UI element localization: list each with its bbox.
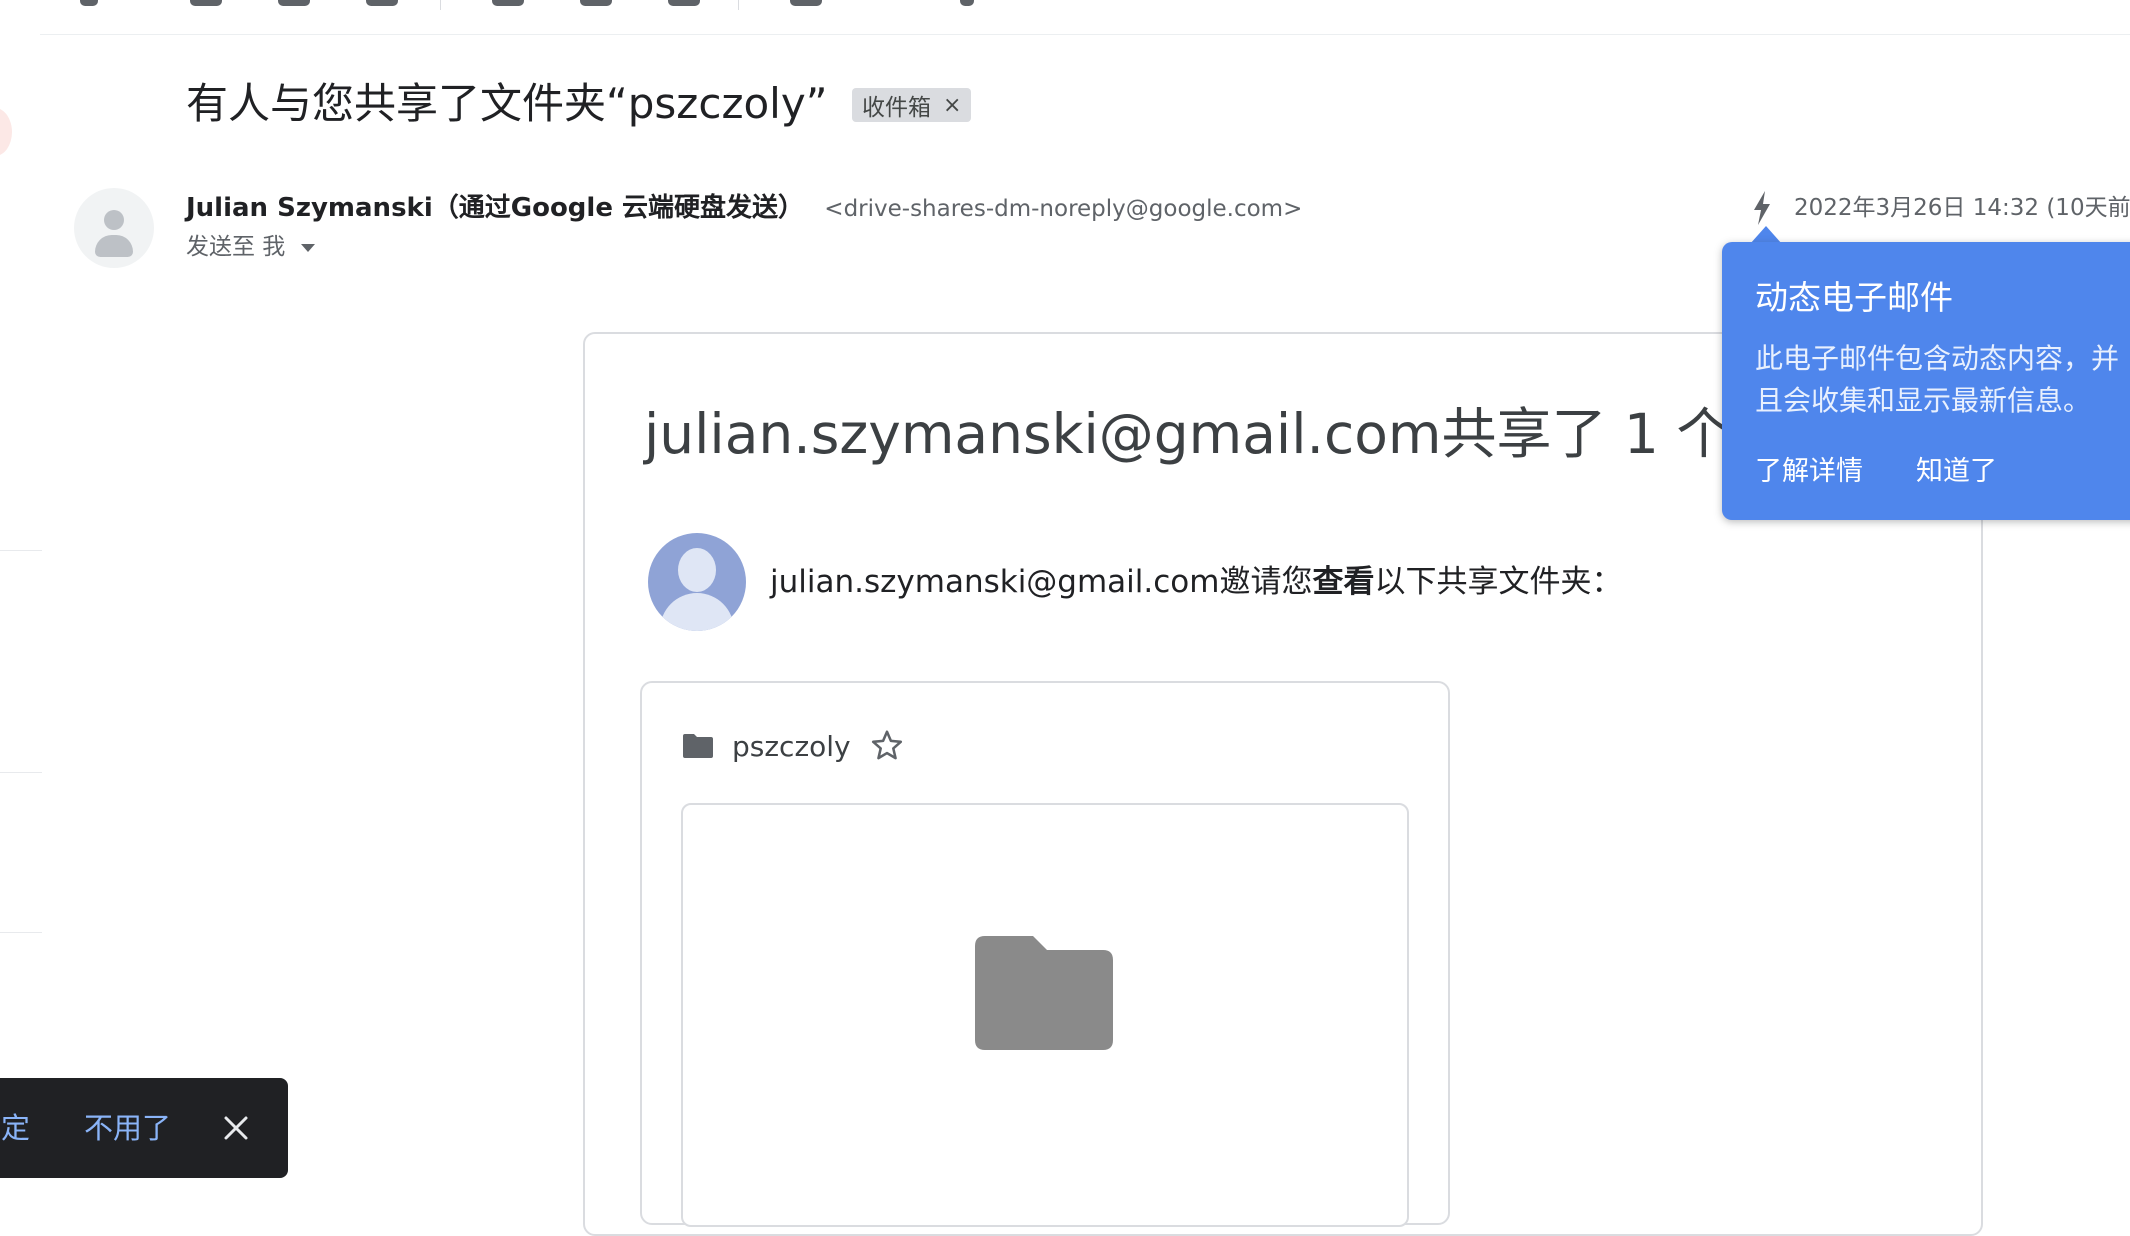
toolbar-divider xyxy=(440,0,441,10)
email-subject: 有人与您共享了文件夹“pszczoly” xyxy=(186,79,828,128)
invite-message: julian.szymanski@gmail.com邀请您查看以下共享文件夹： xyxy=(770,562,1622,602)
recipient-text: 发送至 我 xyxy=(186,234,286,260)
close-icon[interactable] xyxy=(222,1114,250,1142)
sender-avatar xyxy=(74,188,154,268)
inbox-label-chip[interactable]: 收件箱 × xyxy=(852,88,972,122)
invite-view-word: 查看 xyxy=(1312,564,1375,600)
sender-email: <drive-shares-dm-noreply@google.com> xyxy=(824,196,1303,222)
delete-icon[interactable] xyxy=(366,0,398,6)
remove-label-icon[interactable]: × xyxy=(943,93,961,118)
learn-more-button[interactable]: 了解详情 xyxy=(1755,452,1863,492)
person-icon xyxy=(678,548,716,592)
email-toolbar xyxy=(40,0,2130,35)
folder-header-row: pszczoly xyxy=(682,728,905,764)
tooltip-body: 此电子邮件包含动态内容，并 且会收集和显示最新信息。 xyxy=(1755,338,2130,422)
invite-suffix: 以下共享文件夹： xyxy=(1374,564,1623,600)
snooze-icon[interactable] xyxy=(580,0,612,6)
recipient-details[interactable]: 发送至 我 xyxy=(186,231,316,263)
avatar-placeholder-icon xyxy=(104,210,124,230)
toolbar-divider xyxy=(738,0,739,10)
no-thanks-button[interactable]: 不用了 xyxy=(84,1108,171,1148)
more-icon[interactable] xyxy=(960,0,974,6)
email-date: 2022年3月26日 14:32 (10天前 xyxy=(1794,195,2130,221)
sender-name[interactable]: Julian Szymanski（通过Google 云端硬盘发送） xyxy=(186,193,804,223)
back-icon[interactable] xyxy=(80,0,98,6)
archive-icon[interactable] xyxy=(190,0,222,6)
tooltip-body-line: 此电子邮件包含动态内容，并 xyxy=(1755,342,2120,375)
report-spam-icon[interactable] xyxy=(278,0,310,6)
tooltip-body-line: 且会收集和显示最新信息。 xyxy=(1755,384,2092,417)
got-it-button[interactable]: 知道了 xyxy=(1916,452,1997,492)
add-task-icon[interactable] xyxy=(668,0,700,6)
compose-button-edge[interactable] xyxy=(0,108,12,156)
inbox-label-text: 收件箱 xyxy=(862,95,931,121)
sender-line: Julian Szymanski（通过Google 云端硬盘发送） <drive… xyxy=(186,190,1302,227)
sidebar-divider xyxy=(0,772,42,773)
confirm-button[interactable]: 确定 xyxy=(0,1108,30,1148)
sidebar-divider xyxy=(0,550,42,551)
folder-preview-icon xyxy=(975,936,1113,1050)
lightning-bolt-icon[interactable] xyxy=(1748,190,1776,226)
mark-unread-icon[interactable] xyxy=(492,0,524,6)
move-to-icon[interactable] xyxy=(790,0,822,6)
tooltip-title: 动态电子邮件 xyxy=(1755,278,1953,317)
folder-name[interactable]: pszczoly xyxy=(732,730,851,763)
invite-prefix: julian.szymanski@gmail.com邀请您 xyxy=(770,564,1313,600)
sidebar-divider xyxy=(0,932,42,933)
folder-icon xyxy=(683,734,713,758)
chevron-down-icon[interactable] xyxy=(301,244,316,252)
sharer-avatar xyxy=(648,533,746,631)
share-title: julian.szymanski@gmail.com共享了 1 个文件夹 xyxy=(644,402,1897,466)
star-icon[interactable] xyxy=(869,728,905,764)
